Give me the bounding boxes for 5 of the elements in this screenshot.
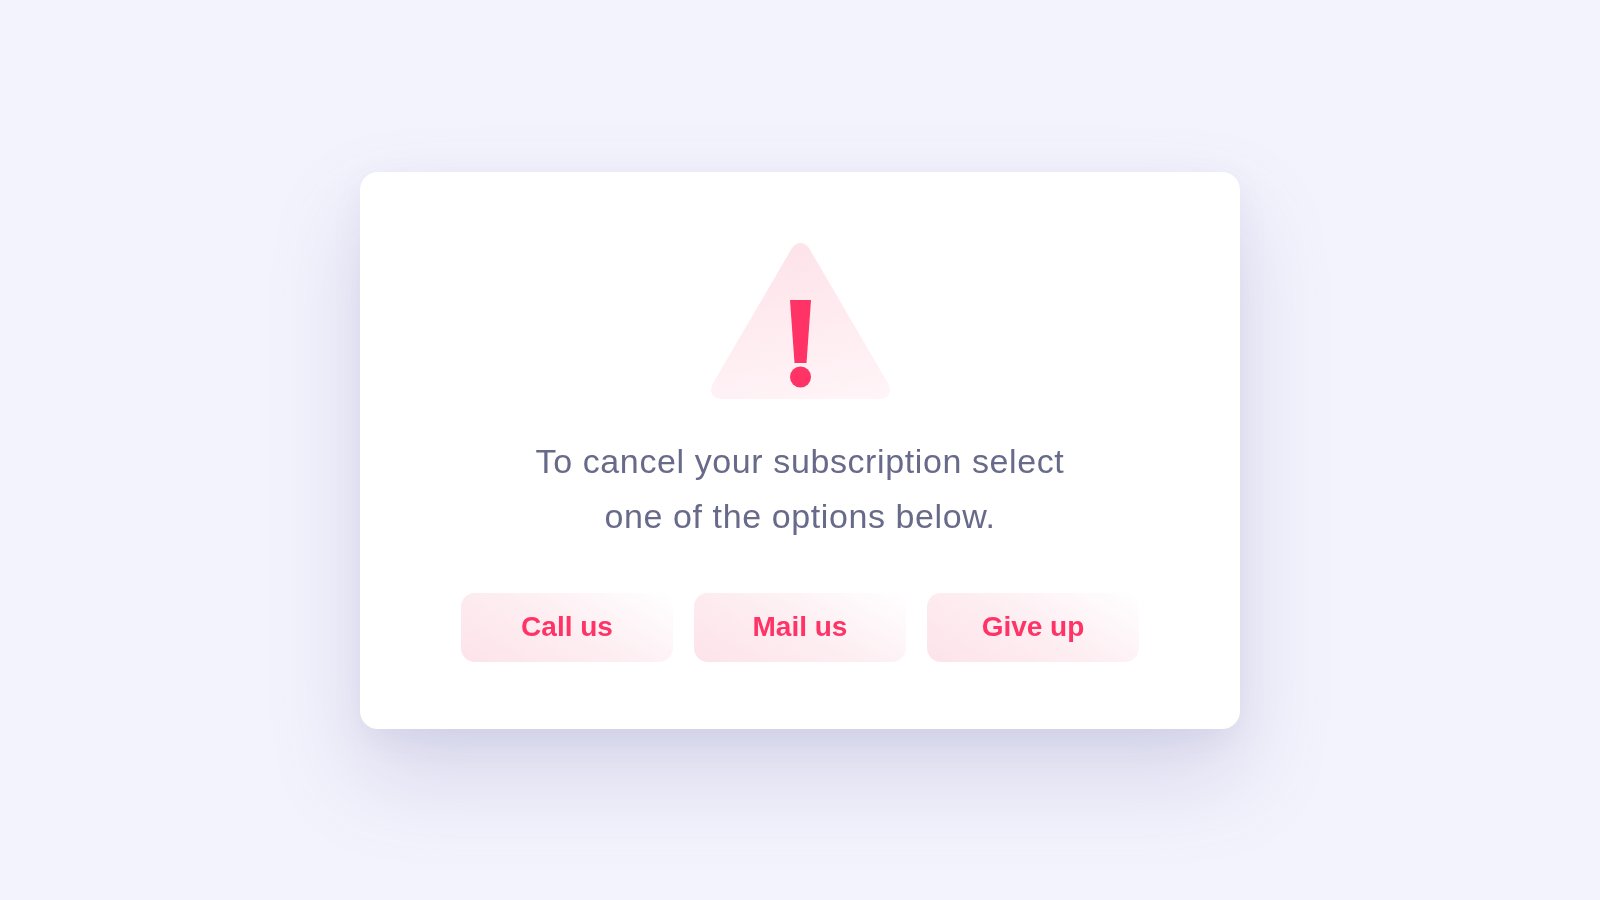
action-button[interactable]: Mail us bbox=[694, 592, 906, 662]
warning-icon bbox=[709, 241, 891, 399]
action-button[interactable]: Call us bbox=[461, 592, 673, 662]
action-button[interactable]: Give up bbox=[927, 592, 1139, 662]
message-text: To cancel your subscription select one of the options below. bbox=[534, 440, 1066, 537]
